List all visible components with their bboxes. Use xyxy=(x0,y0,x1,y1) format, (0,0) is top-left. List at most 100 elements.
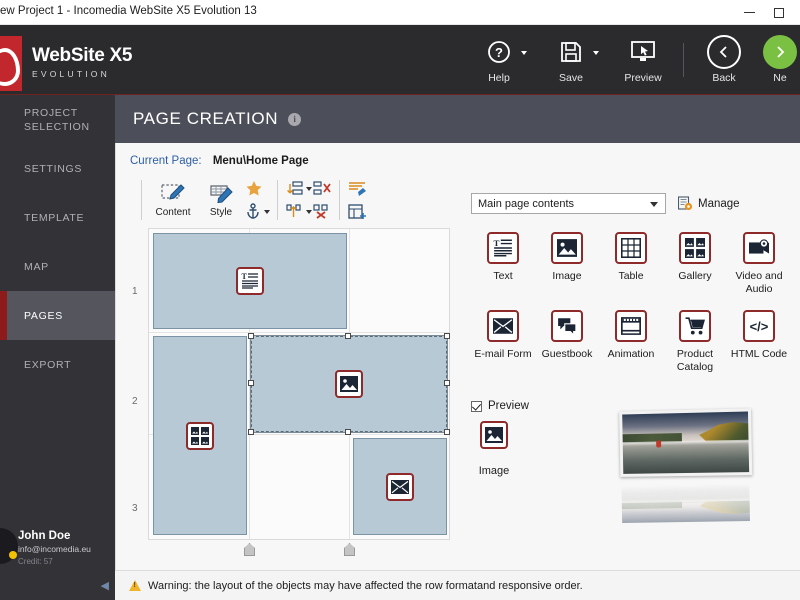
delete-row-button[interactable] xyxy=(312,179,332,199)
toolbar-divider xyxy=(277,180,278,220)
delete-group xyxy=(312,176,332,224)
widget-email-form[interactable]: E-mail Form xyxy=(471,310,535,374)
resize-handle-s[interactable] xyxy=(345,429,351,435)
widget-guestbook[interactable]: Guestbook xyxy=(535,310,599,374)
page-title: PAGE CREATION xyxy=(133,109,279,128)
page-contents-select[interactable]: Main page contents xyxy=(471,193,666,214)
title-bar: ew Project 1 - Incomedia WebSite X5 Evol… xyxy=(0,0,800,25)
app-header: WebSite X5 EVOLUTION ? Help Save Preview… xyxy=(0,25,800,95)
layout-cell-image-selected[interactable] xyxy=(248,333,450,435)
preview-thumbnail[interactable] xyxy=(619,408,753,525)
page-header: PAGE CREATION i xyxy=(115,95,800,143)
widget-label: HTML Code xyxy=(730,348,788,360)
widget-product-catalog[interactable]: Product Catalog xyxy=(663,310,727,374)
current-page-label: Current Page: xyxy=(130,155,202,167)
widget-animation[interactable]: Animation xyxy=(599,310,663,374)
edit-layout-icon xyxy=(349,182,366,196)
delete-column-icon xyxy=(313,204,328,219)
star-button[interactable] xyxy=(245,179,270,199)
widget-label: Text xyxy=(493,270,513,282)
layout-cell-email[interactable] xyxy=(353,438,447,535)
user-info[interactable]: John Doe info@incomedia.eu Credit: 57 xyxy=(0,528,115,566)
text-icon: T xyxy=(487,232,519,264)
insert-row-button[interactable] xyxy=(285,179,312,199)
video-audio-icon xyxy=(743,232,775,264)
preview-section: Preview Image xyxy=(471,400,791,523)
toolbar-divider xyxy=(339,180,340,220)
widget-grid: T Text Image Table Gallery Video and Aud… xyxy=(471,232,791,374)
widget-label: Image xyxy=(552,270,582,282)
content-label: Content xyxy=(155,207,191,218)
layout-cell-gallery[interactable] xyxy=(153,336,247,535)
sidebar-item-export[interactable]: EXPORT xyxy=(0,340,115,389)
sidebar-item-settings[interactable]: SETTINGS xyxy=(0,144,115,193)
header-toolbar: ? Help Save Preview Back Ne xyxy=(463,25,800,95)
svg-text:?: ? xyxy=(495,45,503,60)
chevron-down-icon[interactable] xyxy=(650,202,658,207)
sidebar-item-label: MAP xyxy=(24,260,49,273)
lake-landscape-thumbnail xyxy=(619,408,753,477)
chevron-down-icon[interactable] xyxy=(521,51,527,55)
widget-table[interactable]: Table xyxy=(599,232,663,296)
widget-image[interactable]: Image xyxy=(535,232,599,296)
user-email: info@incomedia.eu xyxy=(18,544,91,554)
content-button[interactable]: Content xyxy=(149,176,197,224)
grid-canvas[interactable]: T xyxy=(148,228,450,556)
preview-button[interactable]: Preview xyxy=(607,25,679,95)
panel-controls: Main page contents Manage xyxy=(471,193,791,214)
back-label: Back xyxy=(712,71,736,84)
row-number: 2 xyxy=(132,396,138,407)
preview-selected-item[interactable]: Image xyxy=(471,421,517,477)
resize-handle-n[interactable] xyxy=(345,333,351,339)
logo-tagline: EVOLUTION xyxy=(32,69,110,79)
resize-handle-se[interactable] xyxy=(444,429,450,435)
info-icon[interactable]: i xyxy=(288,112,302,126)
warning-text: Warning: the layout of the objects may h… xyxy=(148,579,583,592)
minimize-button[interactable] xyxy=(734,2,764,24)
chevron-down-icon[interactable] xyxy=(593,51,599,55)
delete-column-button[interactable] xyxy=(312,202,332,222)
grid-line xyxy=(149,332,449,333)
widget-video-audio[interactable]: Video and Audio xyxy=(727,232,791,296)
collapse-sidebar-icon[interactable]: ◀ xyxy=(101,579,109,592)
sidebar-item-pages[interactable]: PAGES xyxy=(0,291,115,340)
preview-checkbox[interactable] xyxy=(471,400,482,412)
column-divider-handle[interactable] xyxy=(244,543,255,556)
style-button[interactable]: Style xyxy=(197,176,245,224)
responsive-button[interactable] xyxy=(347,202,367,222)
edit-layout-button[interactable] xyxy=(347,179,367,199)
page-layout-grid: 1 2 3 T xyxy=(126,228,456,558)
sidebar-item-map[interactable]: MAP xyxy=(0,242,115,291)
image-icon xyxy=(480,421,508,449)
maximize-button[interactable] xyxy=(764,2,794,24)
widget-html-code[interactable]: </> HTML Code xyxy=(727,310,791,374)
monitor-cursor-icon xyxy=(630,37,656,67)
back-button[interactable]: Back xyxy=(688,25,760,95)
resize-handle-nw[interactable] xyxy=(248,333,254,339)
help-button[interactable]: ? Help xyxy=(463,25,535,95)
widget-label: Guestbook xyxy=(541,348,593,360)
resize-handle-ne[interactable] xyxy=(444,333,450,339)
column-divider-handle[interactable] xyxy=(344,543,355,556)
resize-handle-sw[interactable] xyxy=(248,429,254,435)
cart-icon xyxy=(679,310,711,342)
style-label: Style xyxy=(209,207,233,218)
chevron-down-icon[interactable] xyxy=(264,209,270,214)
manage-button[interactable]: Manage xyxy=(678,196,740,211)
manage-icon xyxy=(678,196,693,211)
chevron-right-circle-icon xyxy=(763,34,797,69)
resize-handle-w[interactable] xyxy=(248,380,254,386)
sidebar-item-template[interactable]: TEMPLATE xyxy=(0,193,115,242)
resize-handle-e[interactable] xyxy=(444,380,450,386)
anchor-button[interactable] xyxy=(245,202,270,222)
next-button[interactable]: Ne xyxy=(760,25,800,95)
layout-cell-text[interactable]: T xyxy=(153,233,347,329)
widget-gallery[interactable]: Gallery xyxy=(663,232,727,296)
text-icon: T xyxy=(236,267,264,295)
widget-label: Product Catalog xyxy=(676,348,714,373)
warning-triangle-icon xyxy=(129,580,141,591)
sidebar-item-project-selection[interactable]: PROJECT SELECTION xyxy=(0,95,115,144)
save-button[interactable]: Save xyxy=(535,25,607,95)
widget-text[interactable]: T Text xyxy=(471,232,535,296)
insert-column-button[interactable] xyxy=(285,202,312,222)
